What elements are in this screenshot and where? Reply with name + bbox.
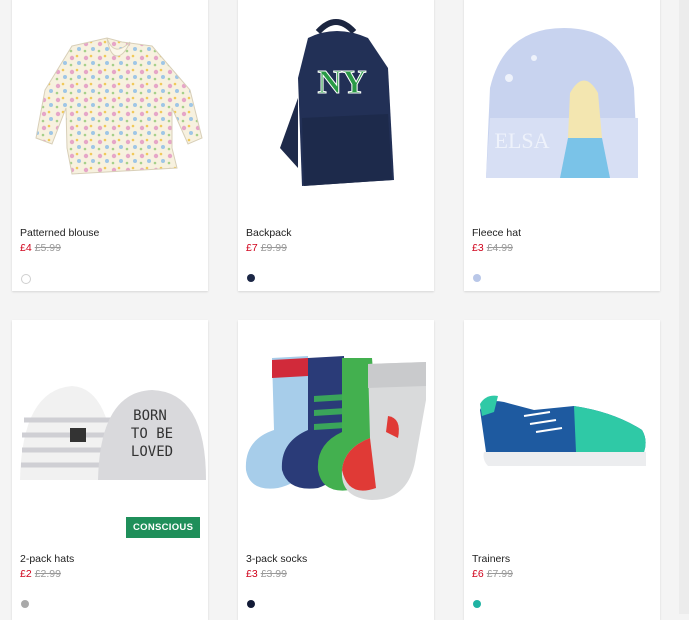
socks-illustration [245, 356, 426, 500]
color-swatch[interactable] [247, 274, 255, 282]
original-price: £5.99 [34, 242, 61, 254]
sale-price: £7 [246, 242, 258, 254]
original-price: £3.99 [260, 568, 287, 580]
product-price: £7 £9.99 [246, 242, 287, 254]
blouse-illustration [35, 37, 203, 175]
page-scroll-edge [679, 0, 689, 614]
product-grid: Patterned blouse £4 £5.99 NY Backpack £7 £… [0, 0, 689, 620]
color-swatch[interactable] [21, 600, 29, 608]
trainers-illustration [480, 395, 646, 466]
product-card-fleece-hat[interactable]: ELSA Fleece hat £3 £4.99 [464, 0, 660, 291]
beanie-text-line3: LOVED [131, 444, 173, 460]
sale-price: £6 [472, 568, 484, 580]
product-name[interactable]: Trainers [472, 553, 510, 565]
original-price: £2.99 [34, 568, 61, 580]
product-image-backpack[interactable]: NY [238, 0, 434, 198]
color-swatch[interactable] [473, 600, 481, 608]
product-name[interactable]: 3-pack socks [246, 553, 307, 565]
product-image-trainers[interactable] [464, 320, 660, 520]
fleece-hat-illustration: ELSA [486, 28, 638, 178]
sale-price: £3 [472, 242, 484, 254]
product-card-patterned-blouse[interactable]: Patterned blouse £4 £5.99 [12, 0, 208, 291]
product-card-trainers[interactable]: Trainers £6 £7.99 [464, 320, 660, 620]
product-price: £2 £2.99 [20, 568, 61, 580]
original-price: £4.99 [486, 242, 513, 254]
product-card-backpack[interactable]: NY Backpack £7 £9.99 [238, 0, 434, 291]
product-image-3-pack-socks[interactable] [238, 320, 434, 520]
hats-illustration: BORN TO BE LOVED [20, 386, 206, 480]
hat-text: ELSA [495, 128, 550, 153]
color-swatch[interactable] [21, 274, 31, 284]
product-price: £4 £5.99 [20, 242, 61, 254]
product-image-fleece-hat[interactable]: ELSA [464, 0, 660, 198]
beanie-text-line1: BORN [133, 408, 167, 424]
product-name[interactable]: Backpack [246, 227, 292, 239]
product-name[interactable]: 2-pack hats [20, 553, 74, 565]
backpack-logo-text: NY [317, 64, 366, 101]
product-name[interactable]: Patterned blouse [20, 227, 99, 239]
product-card-2-pack-hats[interactable]: BORN TO BE LOVED CONSCIOUS 2-pack hats £… [12, 320, 208, 620]
beanie-text-line2: TO BE [131, 426, 173, 442]
product-image-2-pack-hats[interactable]: BORN TO BE LOVED [12, 320, 208, 520]
product-price: £6 £7.99 [472, 568, 513, 580]
sale-price: £2 [20, 568, 32, 580]
product-name[interactable]: Fleece hat [472, 227, 521, 239]
original-price: £7.99 [486, 568, 513, 580]
original-price: £9.99 [260, 242, 287, 254]
sale-price: £3 [246, 568, 258, 580]
product-image-blouse[interactable] [12, 0, 208, 198]
color-swatch[interactable] [247, 600, 255, 608]
product-price: £3 £4.99 [472, 242, 513, 254]
product-price: £3 £3.99 [246, 568, 287, 580]
sale-price: £4 [20, 242, 32, 254]
conscious-badge: CONSCIOUS [126, 517, 201, 538]
backpack-illustration: NY [280, 19, 394, 186]
product-card-3-pack-socks[interactable]: 3-pack socks £3 £3.99 [238, 320, 434, 620]
color-swatch[interactable] [473, 274, 481, 282]
